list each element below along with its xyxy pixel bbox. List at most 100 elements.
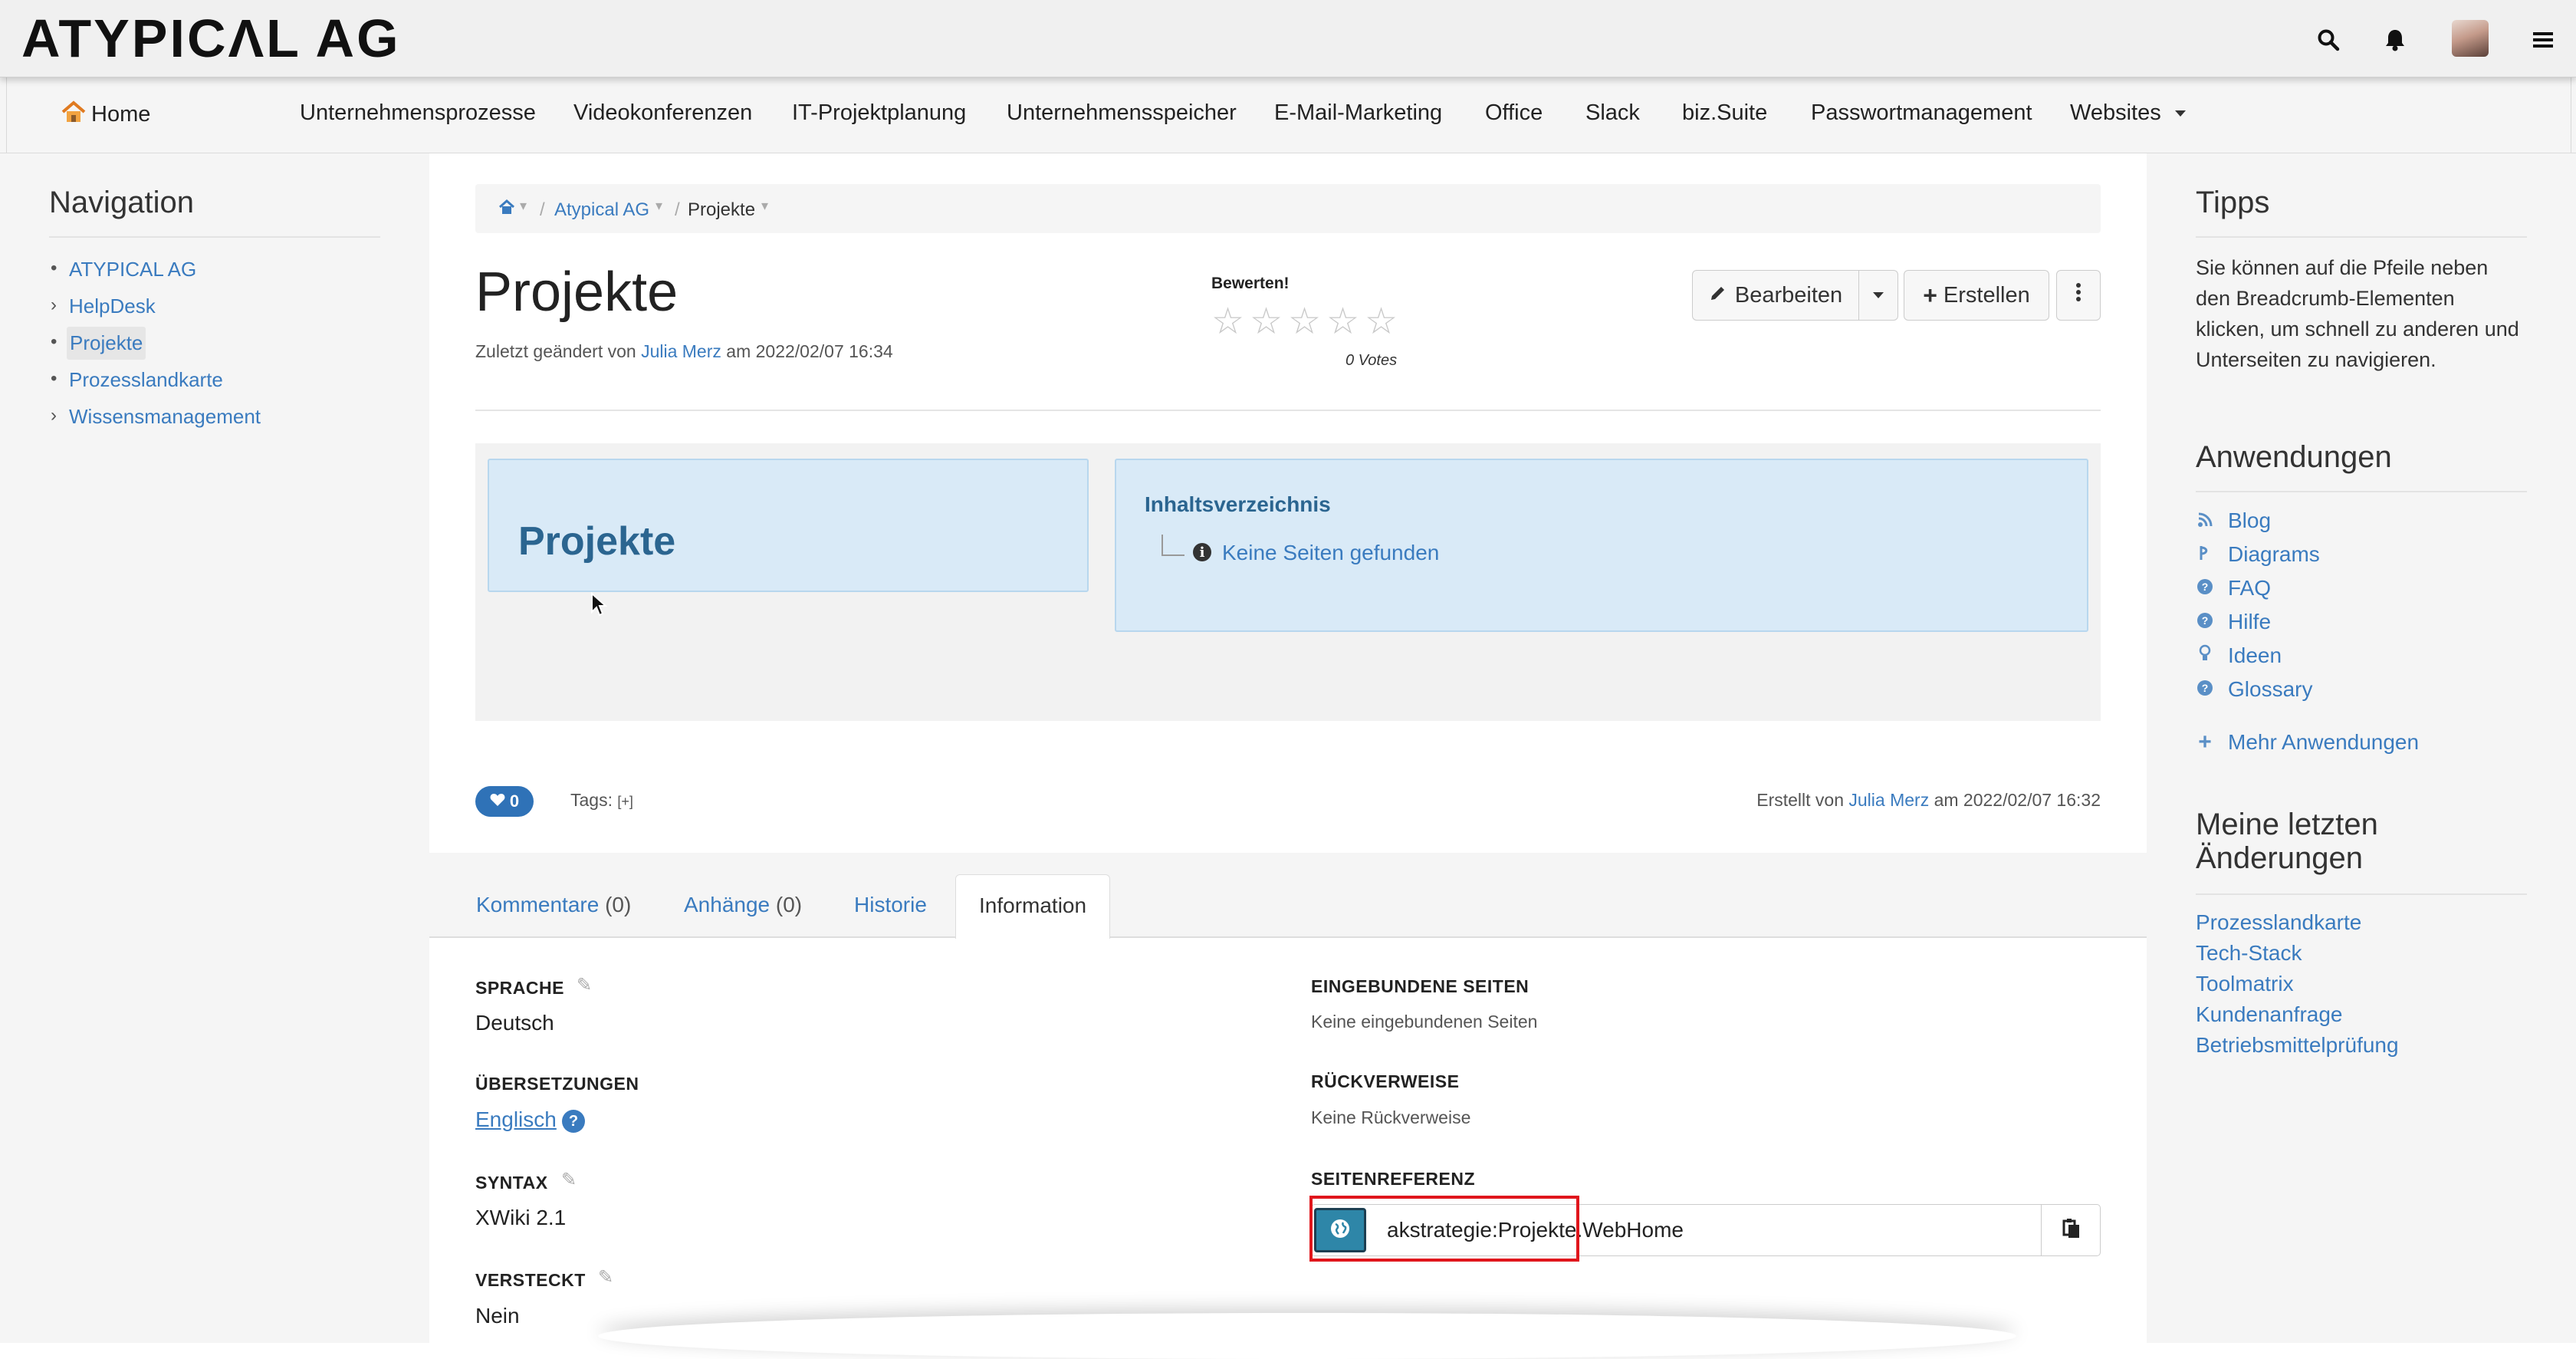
- eingebundene-seiten-label: EINGEBUNDENE SEITEN: [1311, 976, 1530, 996]
- user-avatar[interactable]: [2452, 20, 2489, 57]
- pencil-icon[interactable]: ✎: [598, 1266, 613, 1288]
- information-panel: [429, 937, 2147, 1344]
- menu-item-websites[interactable]: Websites: [2070, 100, 2186, 126]
- home-icon[interactable]: [498, 199, 515, 220]
- breadcrumb-separator: /: [675, 199, 680, 220]
- tips-divider: [2196, 236, 2527, 238]
- add-tag-button[interactable]: [+]: [617, 794, 633, 809]
- modified-date: am 2022/02/07 16:34: [726, 341, 893, 361]
- plus-icon: +: [2198, 729, 2212, 755]
- menu-item-unternehmensspeicher[interactable]: Unternehmensspeicher: [1007, 100, 1237, 126]
- edit-button[interactable]: Bearbeiten: [1692, 270, 1859, 321]
- edit-dropdown-toggle[interactable]: [1858, 270, 1898, 321]
- nav-item-helpdesk[interactable]: HelpDesk: [69, 295, 156, 318]
- recent-item-betriebsmittelpruefung[interactable]: Betriebsmittelprüfung: [2196, 1033, 2399, 1058]
- nav-item-wissensmanagement[interactable]: Wissensmanagement: [69, 405, 261, 429]
- menu-item-email-marketing[interactable]: E-Mail-Marketing: [1274, 100, 1442, 126]
- star-icon[interactable]: ☆: [1211, 302, 1244, 342]
- app-glossary[interactable]: ? Glossary: [2196, 677, 2312, 702]
- menu-item-home[interactable]: Home: [61, 100, 150, 130]
- caret-down-icon[interactable]: ▾: [656, 198, 662, 214]
- menu-item-passwortmanagement[interactable]: Passwortmanagement: [1811, 100, 2032, 126]
- plus-icon: +: [1923, 281, 1937, 309]
- tips-title: Tipps: [2196, 186, 2270, 219]
- help-icon[interactable]: ?: [562, 1110, 585, 1133]
- translation-link-englisch[interactable]: Englisch: [475, 1107, 557, 1132]
- tab-comments-count: (0): [605, 893, 632, 916]
- apps-title: Anwendungen: [2196, 440, 2392, 474]
- breadcrumb-separator: /: [540, 199, 545, 220]
- tab-comments[interactable]: Kommentare (0): [476, 893, 631, 917]
- menu-item-unternehmensprozesse[interactable]: Unternehmensprozesse: [300, 100, 536, 126]
- app-faq[interactable]: ? FAQ: [2196, 576, 2271, 601]
- more-actions-button[interactable]: [2056, 270, 2101, 321]
- tabs-underline: [429, 936, 2147, 937]
- brand-logo[interactable]: ATYPICΛL AG: [21, 8, 401, 69]
- app-blog-label: Blog: [2228, 508, 2272, 532]
- app-hilfe[interactable]: ? Hilfe: [2196, 610, 2271, 634]
- svg-text:?: ?: [2202, 581, 2209, 593]
- caret-down-icon[interactable]: ▾: [761, 198, 768, 214]
- divider: [475, 410, 2101, 411]
- nav-item-prozesslandkarte[interactable]: Prozesslandkarte: [69, 368, 223, 392]
- pencil-icon[interactable]: ✎: [561, 1169, 577, 1191]
- menu-item-videokonferenzen[interactable]: Videokonferenzen: [573, 100, 752, 126]
- search-icon[interactable]: [2312, 23, 2345, 57]
- recent-item-toolmatrix[interactable]: Toolmatrix: [2196, 972, 2294, 996]
- vertical-ellipsis-icon: [2075, 282, 2082, 308]
- caret-down-icon: [1873, 292, 1884, 298]
- caret-down-icon[interactable]: ▾: [520, 198, 527, 214]
- copy-reference-button[interactable]: [2041, 1205, 2101, 1255]
- mouse-cursor: [590, 591, 608, 622]
- tab-history[interactable]: Historie: [854, 893, 927, 917]
- create-button-label: Erstellen: [1943, 282, 2030, 308]
- tags-area: Tags: [+]: [570, 790, 633, 811]
- app-ideen[interactable]: Ideen: [2196, 643, 2282, 668]
- recent-item-tech-stack[interactable]: Tech-Stack: [2196, 941, 2302, 966]
- created-author-link[interactable]: Julia Merz: [1848, 790, 1929, 810]
- app-diagrams[interactable]: Diagrams: [2196, 542, 2320, 567]
- tips-text: Sie können auf die Pfeile neben den Brea…: [2196, 256, 2519, 371]
- tab-information[interactable]: Information: [955, 874, 1110, 939]
- rueckverweise-label: RÜCKVERWEISE: [1311, 1071, 1460, 1091]
- app-ideen-label: Ideen: [2228, 643, 2282, 667]
- clipboard-icon: [2062, 1218, 2082, 1243]
- star-icon[interactable]: ☆: [1326, 302, 1359, 342]
- menu-item-it-projektplanung[interactable]: IT-Projektplanung: [792, 100, 966, 126]
- bell-icon[interactable]: [2378, 23, 2412, 57]
- chevron-right-icon[interactable]: ›: [51, 295, 57, 316]
- eingebundene-seiten-value: Keine eingebundenen Seiten: [1311, 1012, 1538, 1032]
- navigation-title: Navigation: [49, 186, 195, 219]
- recent-item-prozesslandkarte[interactable]: Prozesslandkarte: [2196, 910, 2361, 935]
- menu-item-home-label: Home: [91, 102, 151, 127]
- tab-attachments[interactable]: Anhänge (0): [684, 893, 802, 917]
- star-icon[interactable]: ☆: [1250, 302, 1283, 342]
- sprache-label: SPRACHE: [475, 978, 564, 998]
- created-info: Erstellt von Julia Merz am 2022/02/07 16…: [1756, 790, 2101, 811]
- menu-item-slack[interactable]: Slack: [1585, 100, 1640, 126]
- star-icon[interactable]: ☆: [1365, 302, 1398, 342]
- more-apps-link[interactable]: + Mehr Anwendungen: [2196, 729, 2419, 755]
- created-date: am 2022/02/07 16:32: [1934, 790, 2101, 810]
- menu-item-office[interactable]: Office: [1485, 100, 1543, 126]
- uebersetzungen-label: ÜBERSETZUNGEN: [475, 1074, 639, 1094]
- nav-item-atypical-ag[interactable]: ATYPICAL AG: [69, 258, 196, 281]
- modified-author-link[interactable]: Julia Merz: [641, 341, 721, 361]
- tab-attachments-count: (0): [775, 893, 803, 916]
- versteckt-value: Nein: [475, 1304, 520, 1328]
- app-blog[interactable]: Blog: [2196, 508, 2271, 533]
- menu-item-biz-suite[interactable]: biz.Suite: [1682, 100, 1767, 126]
- pencil-icon[interactable]: ✎: [577, 974, 592, 996]
- seitenreferenz-label: SEITENREFERENZ: [1311, 1169, 1476, 1189]
- hamburger-icon[interactable]: [2526, 23, 2560, 57]
- svg-text:?: ?: [2202, 682, 2209, 694]
- breadcrumb-atypical-ag[interactable]: Atypical AG: [554, 199, 649, 221]
- rating-label: Bewerten!: [1211, 275, 1290, 292]
- recent-item-kundenanfrage[interactable]: Kundenanfrage: [2196, 1002, 2343, 1027]
- navigation-divider: [49, 236, 380, 238]
- star-icon[interactable]: ☆: [1288, 302, 1321, 342]
- create-button[interactable]: + Erstellen: [1904, 270, 2049, 321]
- like-button[interactable]: 0: [475, 786, 534, 817]
- chevron-right-icon[interactable]: ›: [51, 405, 57, 426]
- nav-item-projekte[interactable]: Projekte: [67, 327, 146, 360]
